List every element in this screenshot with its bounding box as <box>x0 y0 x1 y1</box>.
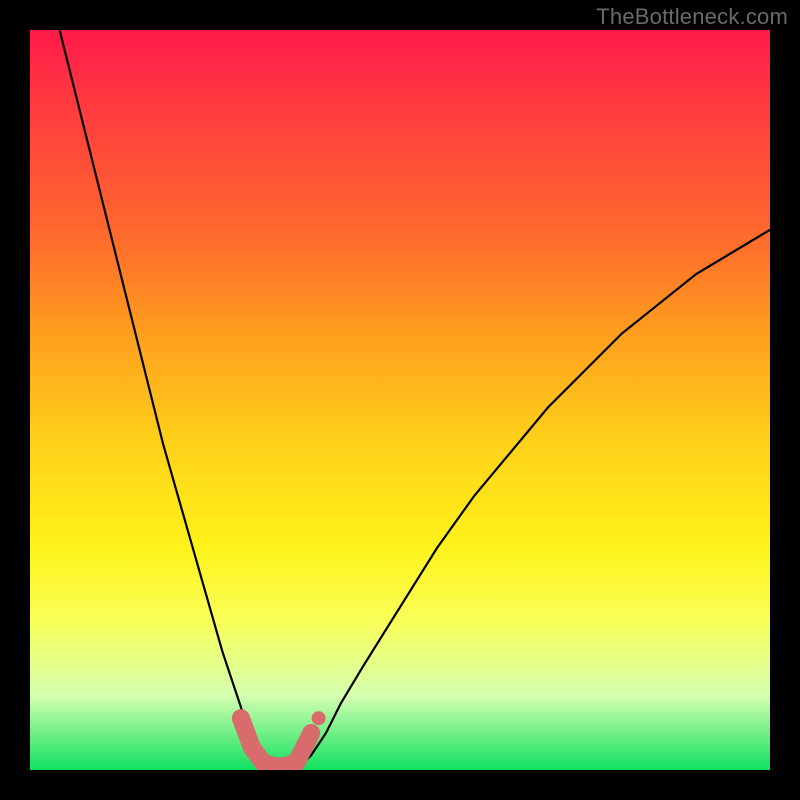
chart-frame: TheBottleneck.com <box>0 0 800 800</box>
trough-end-dot <box>312 711 326 725</box>
trough-markers <box>241 711 326 766</box>
curve-svg <box>30 30 770 770</box>
bottleneck-curve <box>60 30 770 766</box>
trough-worm <box>241 718 311 766</box>
watermark-text: TheBottleneck.com <box>596 4 788 30</box>
plot-area <box>30 30 770 770</box>
